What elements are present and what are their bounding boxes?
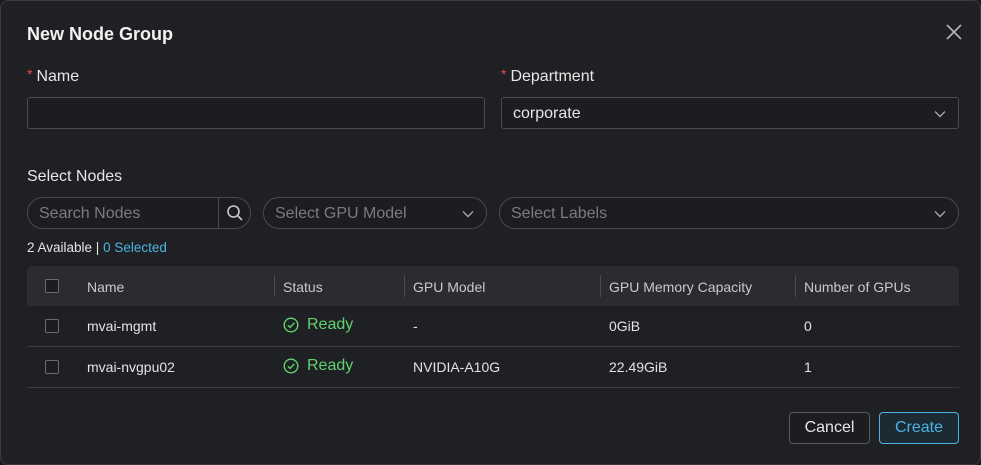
gpu-memory: 22.49GiB: [609, 359, 668, 375]
department-value: corporate: [513, 105, 581, 122]
cancel-button[interactable]: Cancel: [789, 412, 870, 444]
search-icon: [227, 205, 243, 221]
check-circle-icon: [283, 358, 299, 374]
column-number-of-gpus[interactable]: Number of GPUs: [804, 279, 911, 295]
column-divider[interactable]: [600, 275, 601, 297]
gpu-memory: 0GiB: [609, 318, 641, 334]
required-marker: *: [27, 66, 33, 82]
gpu-model: NVIDIA-A10G: [413, 359, 501, 375]
column-gpu-model[interactable]: GPU Model: [413, 279, 485, 295]
available-count: 2 Available |: [27, 240, 100, 255]
search-button[interactable]: [218, 198, 250, 228]
close-icon[interactable]: [944, 22, 964, 42]
column-gpu-memory[interactable]: GPU Memory Capacity: [609, 279, 752, 295]
gpu-model-select[interactable]: Select GPU Model: [263, 197, 487, 229]
chevron-down-icon: [462, 211, 474, 218]
labels-select[interactable]: Select Labels: [499, 197, 959, 229]
gpu-model: -: [413, 318, 418, 334]
select-nodes-label: Select Nodes: [27, 168, 123, 185]
selection-counts: 2 Available | 0 Selected: [27, 240, 167, 255]
select-all-checkbox[interactable]: [45, 279, 59, 293]
labels-placeholder: Select Labels: [511, 205, 608, 222]
gpu-model-placeholder: Select GPU Model: [275, 205, 407, 222]
column-divider[interactable]: [274, 275, 275, 297]
required-marker: *: [501, 66, 507, 82]
status-ready: Ready: [283, 316, 353, 334]
column-divider[interactable]: [795, 275, 796, 297]
table-row[interactable]: mvai-nvgpu02 Ready NVIDIA-A10G 22.49GiB …: [27, 347, 959, 388]
row-checkbox[interactable]: [45, 319, 59, 333]
name-label: * Name: [27, 66, 80, 85]
column-name[interactable]: Name: [87, 279, 124, 295]
chevron-down-icon: [934, 211, 946, 218]
column-status[interactable]: Status: [283, 279, 323, 295]
table-header: Name Status GPU Model GPU Memory Capacit…: [27, 266, 959, 306]
gpu-count: 1: [804, 359, 812, 375]
department-label: * Department: [501, 66, 595, 85]
dialog-title: New Node Group: [27, 24, 174, 44]
chevron-down-icon: [934, 111, 946, 118]
selected-count: 0 Selected: [103, 240, 167, 255]
new-node-group-dialog: New Node Group * Name * Department corpora…: [0, 0, 981, 465]
department-select[interactable]: corporate: [501, 97, 959, 129]
status-ready: Ready: [283, 357, 353, 375]
search-nodes-input[interactable]: Search Nodes: [27, 197, 251, 229]
check-circle-icon: [283, 317, 299, 333]
nodes-table: Name Status GPU Model GPU Memory Capacit…: [27, 266, 959, 388]
search-placeholder: Search Nodes: [39, 205, 141, 222]
create-button[interactable]: Create: [879, 412, 959, 444]
node-name: mvai-nvgpu02: [87, 359, 175, 375]
table-row[interactable]: mvai-mgmt Ready - 0GiB 0: [27, 306, 959, 347]
gpu-count: 0: [804, 318, 812, 334]
name-input[interactable]: [27, 97, 485, 129]
row-checkbox[interactable]: [45, 360, 59, 374]
column-divider[interactable]: [404, 275, 405, 297]
node-name: mvai-mgmt: [87, 318, 157, 334]
